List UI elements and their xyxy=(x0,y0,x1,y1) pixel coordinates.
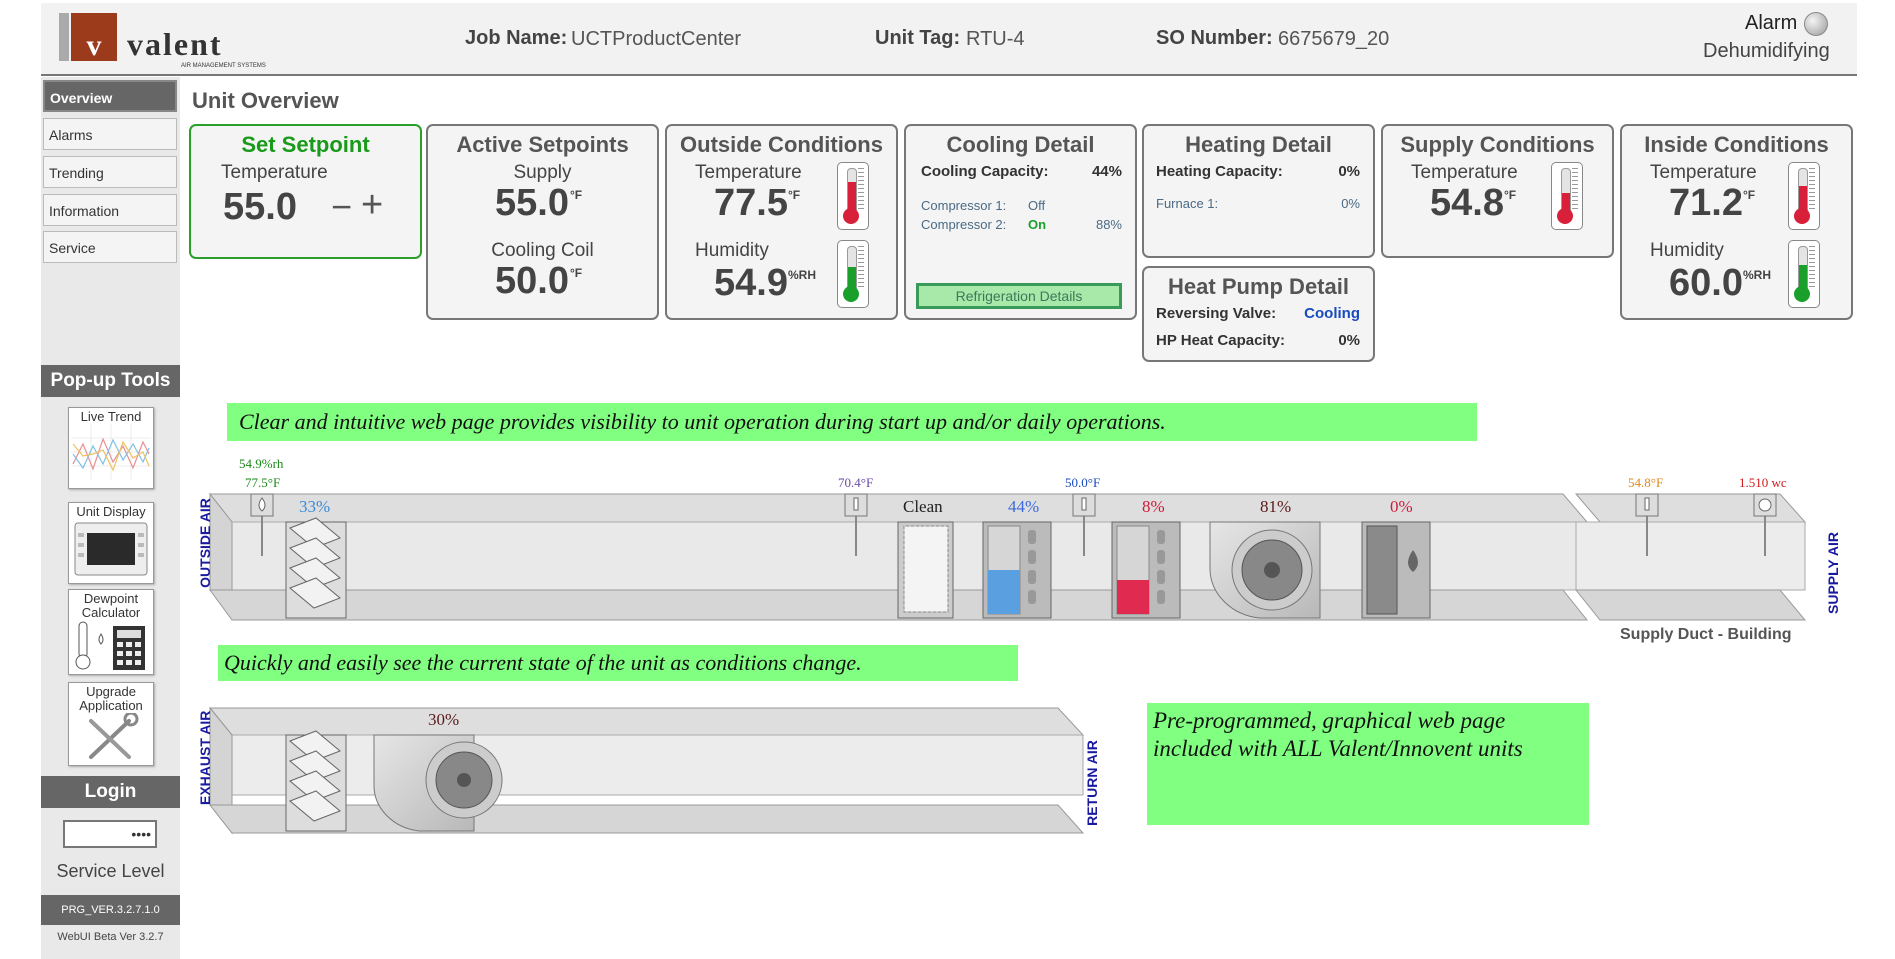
furnace-percent: 0% xyxy=(1390,497,1413,516)
outside-air-rh: 54.9%rh xyxy=(239,456,284,471)
exhaust-damper-icon xyxy=(285,730,347,832)
outside-damper-percent: 33% xyxy=(299,497,331,516)
mixed-air-temp: 70.4°F xyxy=(838,475,874,490)
exhaust-air-label: EXHAUST AIR xyxy=(197,710,213,805)
outside-air-temp: 77.5°F xyxy=(245,475,281,490)
exhaust-fan-percent: 30% xyxy=(428,710,460,729)
return-air-label: RETURN AIR xyxy=(1084,740,1100,826)
supply-fan-icon xyxy=(1209,521,1321,619)
filter-icon xyxy=(897,521,954,619)
outside-air-label: OUTSIDE AIR xyxy=(197,498,213,588)
supply-temp-sensor-icon[interactable] xyxy=(1635,493,1659,517)
supply-air-label: SUPPLY AIR xyxy=(1825,532,1841,614)
supply-air-temp: 54.8°F xyxy=(1628,475,1664,490)
furnace-icon xyxy=(1361,521,1431,619)
static-pressure-value: 1.510 wc xyxy=(1739,475,1787,490)
supply-duct-label: Supply Duct - Building xyxy=(1620,626,1792,643)
outside-air-sensor-icon[interactable] xyxy=(250,493,274,517)
reheat-percent: 8% xyxy=(1142,497,1165,516)
outside-air-damper-icon xyxy=(285,517,347,619)
cooling-coil-icon xyxy=(982,521,1052,619)
static-pressure-sensor-icon[interactable] xyxy=(1753,493,1777,517)
mixed-air-sensor-icon[interactable] xyxy=(844,493,868,517)
filter-status: Clean xyxy=(903,497,943,516)
reheat-coil-icon xyxy=(1111,521,1181,619)
supply-fan-percent: 81% xyxy=(1260,497,1292,516)
airflow-diagram xyxy=(208,492,1807,835)
cooling-coil-percent: 44% xyxy=(1008,497,1040,516)
coil-leaving-temp: 50.0°F xyxy=(1065,475,1101,490)
coil-temp-sensor-icon[interactable] xyxy=(1072,493,1096,517)
